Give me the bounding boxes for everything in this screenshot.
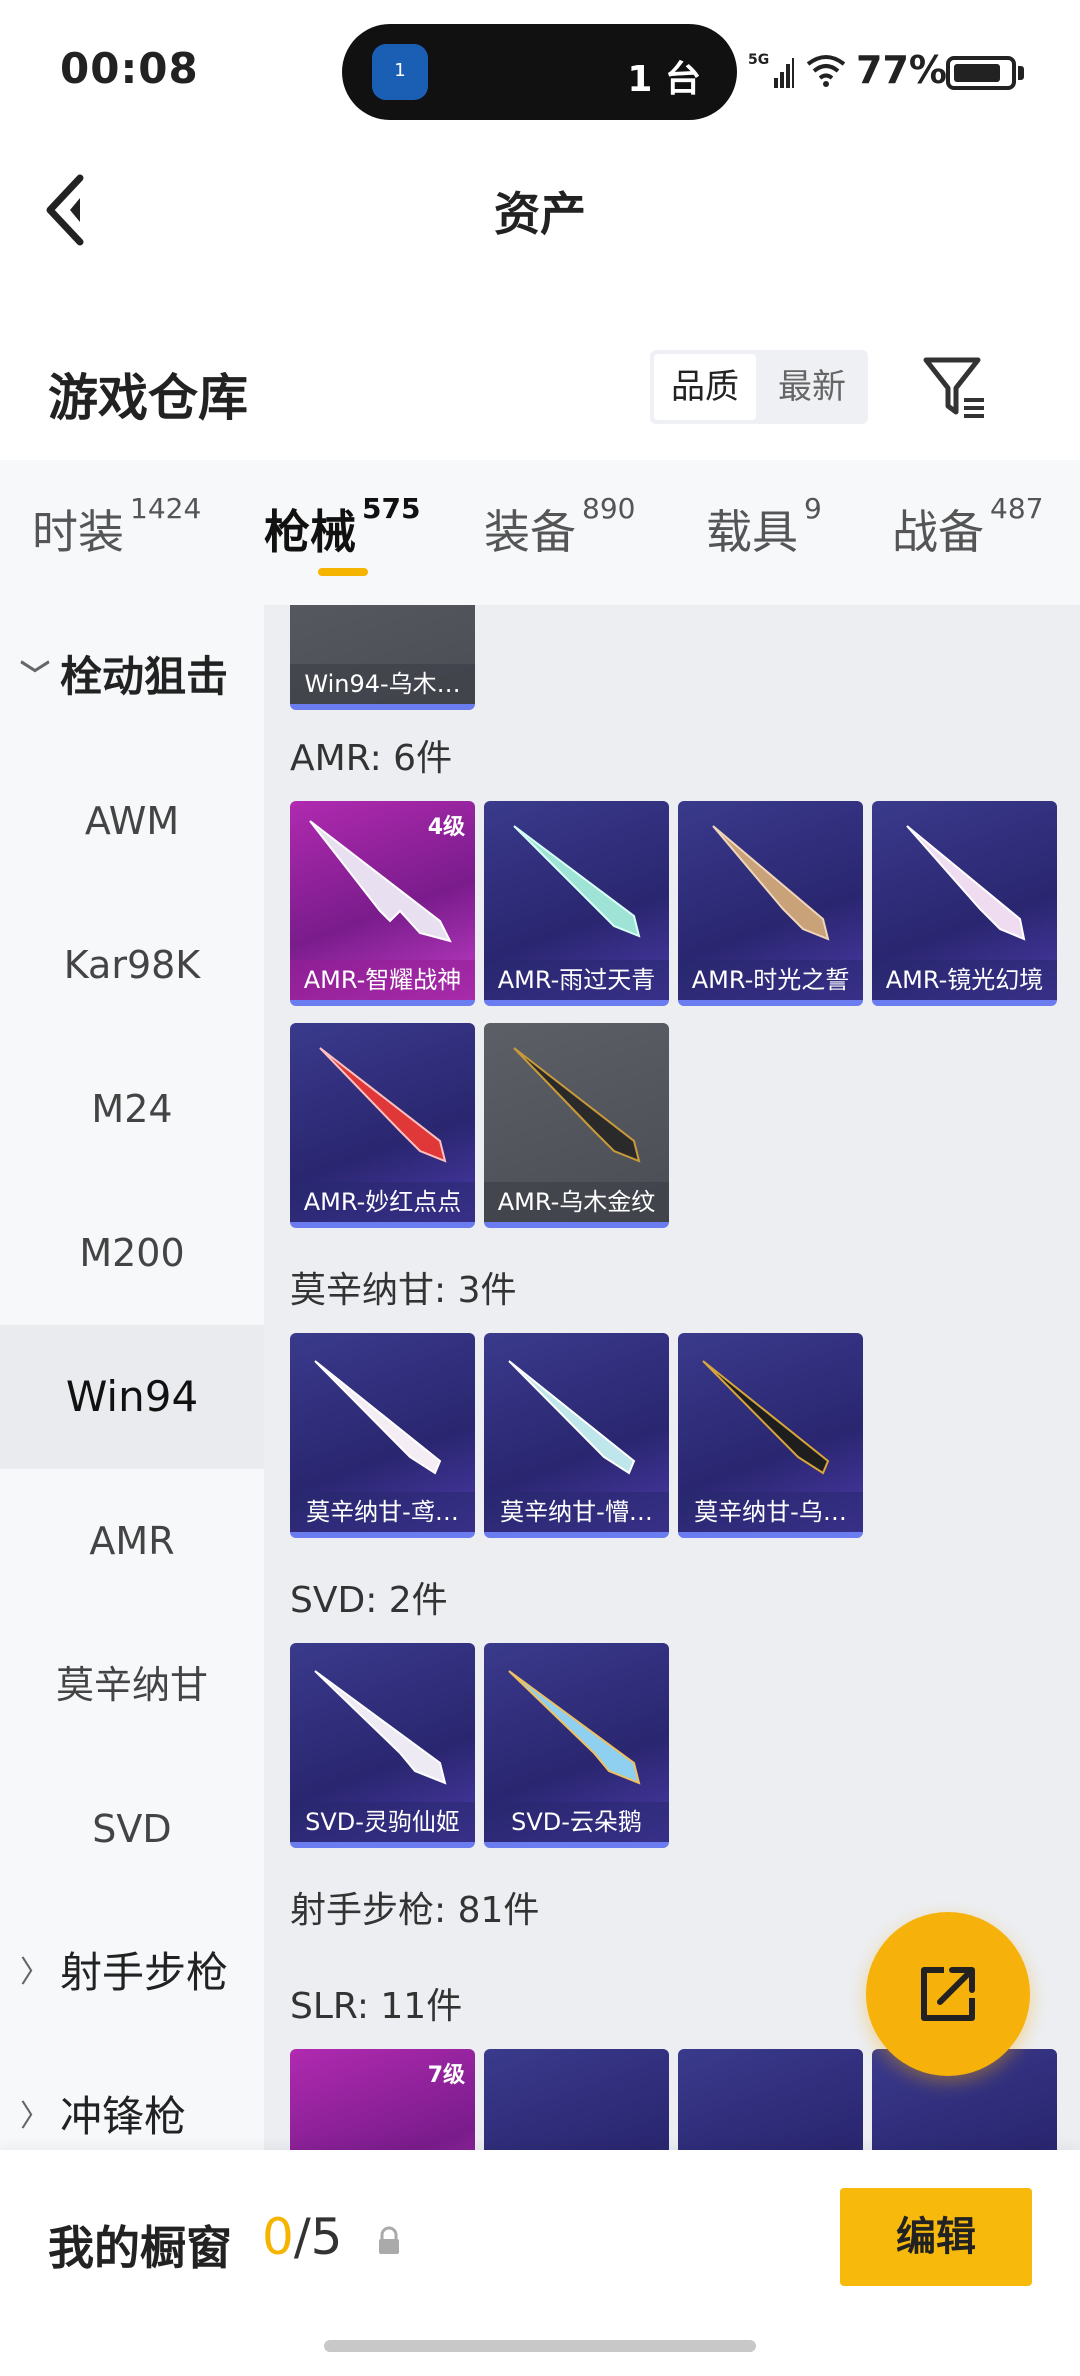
category-tabs: 时装 1424 枪械 575 装备 890 载具 9 战备 487: [0, 460, 1080, 605]
rifle-image: [319, 1047, 447, 1163]
sidebar-group-dmr[interactable]: 〉射手步枪: [0, 1901, 264, 2045]
item-name: AMR-雨过天青: [484, 960, 669, 1000]
sidebar-group-smg[interactable]: 〉冲锋枪: [0, 2045, 264, 2150]
broadcast-app-icon: 1: [372, 44, 428, 100]
item-name: AMR-智耀战神: [290, 960, 475, 1000]
page-title: 资产: [494, 187, 586, 241]
item-card[interactable]: AMR-乌木金纹: [484, 1023, 669, 1228]
island-text: 1 台: [627, 59, 701, 100]
item-card[interactable]: 7级: [290, 2049, 475, 2150]
chevron-down-icon: ﹀: [20, 659, 50, 694]
dynamic-island[interactable]: 1 1 台: [342, 24, 737, 120]
clock: 00:08: [60, 44, 199, 93]
rifle-image: [508, 1360, 636, 1475]
level-badge: 4级: [427, 815, 465, 840]
rifle-image: [702, 1360, 830, 1475]
sort-latest-button[interactable]: 最新: [762, 354, 862, 420]
section-label-slr: SLR: 11件: [290, 1986, 463, 2027]
status-bar: 00:08 1 1 台 5G 77%: [0, 0, 1080, 140]
item-card[interactable]: SVD-灵驹仙姬: [290, 1643, 475, 1848]
rifle-image: [513, 825, 641, 938]
battery-icon: [946, 56, 1016, 90]
rifle-image: [314, 1670, 447, 1785]
sidebar-item-mosin[interactable]: 莫辛纳甘: [0, 1613, 264, 1757]
weapon-sidebar: ﹀ 栓动狙击 AWM Kar98K M24 M200 Win94 AMR 莫辛纳甘…: [0, 605, 264, 2150]
section-label-amr: AMR: 6件: [290, 738, 453, 779]
battery-percent: 77%: [856, 48, 947, 92]
item-name: AMR-乌木金纹: [484, 1182, 669, 1222]
sidebar-item-m24[interactable]: M24: [0, 1037, 264, 1181]
tab-fashion[interactable]: 时装 1424: [32, 492, 201, 562]
item-card[interactable]: [678, 2049, 863, 2150]
item-card[interactable]: Win94-乌木…: [290, 605, 475, 710]
wifi-icon: [806, 55, 846, 87]
warehouse-header: 游戏仓库 品质 最新: [0, 330, 1080, 460]
item-card[interactable]: SVD-云朵鹅: [484, 1643, 669, 1848]
sidebar-group-bolt-sniper[interactable]: ﹀ 栓动狙击: [0, 605, 264, 749]
sidebar-item-win94[interactable]: Win94: [0, 1325, 264, 1469]
section-label-mosin: 莫辛纳甘: 3件: [290, 1270, 517, 1311]
sort-quality-button[interactable]: 品质: [654, 354, 756, 420]
rifle-image: [906, 825, 1026, 941]
chevron-right-icon: 〉: [20, 2099, 50, 2134]
tab-vehicles[interactable]: 载具 9: [706, 492, 822, 562]
item-card[interactable]: AMR-雨过天青: [484, 801, 669, 1006]
app-header: 资产: [0, 140, 1080, 270]
item-card[interactable]: [484, 2049, 669, 2150]
item-name: AMR-镜光幻境: [872, 960, 1057, 1000]
item-card[interactable]: 莫辛纳甘-鸢…: [290, 1333, 475, 1538]
filter-icon[interactable]: [920, 352, 990, 422]
share-icon: [921, 1967, 975, 2021]
tab-equipment[interactable]: 装备 890: [484, 492, 635, 562]
item-name: Win94-乌木…: [290, 664, 475, 704]
sidebar-item-awm[interactable]: AWM: [0, 749, 264, 893]
item-name: SVD-云朵鹅: [484, 1802, 669, 1842]
item-card[interactable]: AMR-镜光幻境: [872, 801, 1057, 1006]
item-card[interactable]: 4级 AMR-智耀战神: [290, 801, 475, 1006]
showcase-title: 我的橱窗: [48, 2221, 232, 2275]
sidebar-item-kar98k[interactable]: Kar98K: [0, 893, 264, 1037]
section-label-svd: SVD: 2件: [290, 1580, 448, 1621]
signal-icon: [774, 58, 794, 88]
share-button[interactable]: [866, 1912, 1030, 2076]
showcase-count: 0/5: [262, 2208, 343, 2266]
item-name: AMR-妙红点点: [290, 1182, 475, 1222]
item-name: AMR-时光之誓: [678, 960, 863, 1000]
sidebar-item-amr[interactable]: AMR: [0, 1469, 264, 1613]
rifle-image: [314, 1360, 442, 1475]
item-card[interactable]: AMR-妙红点点: [290, 1023, 475, 1228]
item-card[interactable]: AMR-时光之誓: [678, 801, 863, 1006]
item-name: SVD-灵驹仙姬: [290, 1802, 475, 1842]
tab-supplies[interactable]: 战备 487: [892, 492, 1043, 562]
section-label-dmr: 射手步枪: 81件: [290, 1890, 540, 1931]
sidebar-item-m200[interactable]: M200: [0, 1181, 264, 1325]
rifle-image: [712, 825, 830, 941]
item-name: 莫辛纳甘-乌…: [678, 1492, 863, 1532]
edit-button[interactable]: 编辑: [840, 2188, 1032, 2286]
warehouse-title: 游戏仓库: [48, 369, 248, 427]
rifle-image: [508, 1670, 641, 1785]
item-card[interactable]: 莫辛纳甘-懵…: [484, 1333, 669, 1538]
rifle-image: [513, 1047, 641, 1163]
battery-tip: [1018, 66, 1024, 80]
level-badge: 7级: [427, 2063, 465, 2088]
sidebar-item-svd[interactable]: SVD: [0, 1757, 264, 1901]
active-tab-indicator: [318, 568, 368, 576]
home-indicator[interactable]: [324, 2340, 756, 2352]
item-name: 莫辛纳甘-懵…: [484, 1492, 669, 1532]
sort-toggle: 品质 最新: [650, 350, 868, 424]
lock-icon: [379, 2226, 399, 2254]
item-card[interactable]: 莫辛纳甘-乌…: [678, 1333, 863, 1538]
item-name: 莫辛纳甘-鸢…: [290, 1492, 475, 1532]
tab-guns[interactable]: 枪械 575: [264, 492, 420, 562]
chevron-right-icon: 〉: [20, 1955, 50, 1990]
